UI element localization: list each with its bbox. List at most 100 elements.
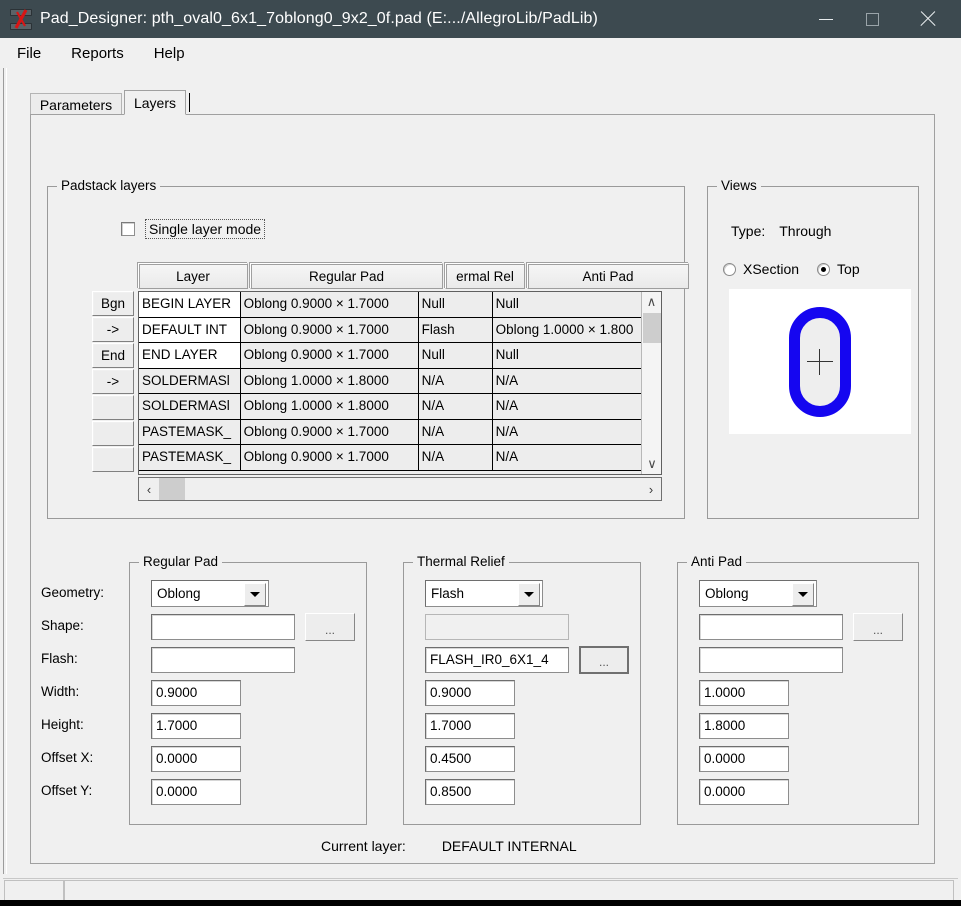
thermal-relief-geometry-select[interactable]: Flash (425, 580, 543, 607)
padstack-grid[interactable]: BEGIN LAYER Oblong 0.9000 × 1.7000 Null … (138, 291, 662, 475)
scroll-left-icon[interactable]: ‹ (139, 482, 159, 497)
anti-pad-geometry-select[interactable]: Oblong (699, 580, 817, 607)
anti-pad-flash-input[interactable] (699, 647, 843, 673)
table-row[interactable]: PASTEMASK_ Oblong 0.9000 × 1.7000 N/A N/… (139, 419, 642, 445)
cell-anti-pad[interactable]: N/A (492, 445, 642, 471)
radio-top[interactable] (817, 262, 831, 276)
cell-layer[interactable]: DEFAULT INT (139, 317, 241, 343)
cell-layer[interactable]: PASTEMASK_ (139, 445, 241, 471)
thermal-relief-width-input[interactable]: 0.9000 (425, 680, 515, 706)
chevron-down-icon[interactable] (792, 583, 814, 606)
column-header-regular-pad[interactable]: Regular Pad (250, 263, 443, 289)
cell-anti-pad[interactable]: N/A (492, 419, 642, 445)
cell-thermal-relief[interactable]: Null (418, 292, 493, 318)
label-flash: Flash: (41, 651, 78, 666)
tab-layers[interactable]: Layers (124, 90, 186, 115)
table-row[interactable]: SOLDERMASl Oblong 1.0000 × 1.8000 N/A N/… (139, 394, 642, 420)
row-button-blank-2[interactable] (92, 421, 134, 446)
row-button-next-2[interactable]: -> (92, 369, 134, 394)
cell-anti-pad[interactable]: Null (492, 343, 642, 369)
cell-thermal-relief[interactable]: N/A (418, 394, 493, 420)
cell-regular-pad[interactable]: Oblong 1.0000 × 1.8000 (240, 394, 419, 420)
regular-pad-width-input[interactable]: 0.9000 (151, 680, 241, 706)
row-button-blank-3[interactable] (92, 447, 134, 472)
view-type-label: Type: (731, 223, 766, 239)
cell-layer[interactable]: END LAYER (139, 343, 241, 369)
horizontal-scrollbar[interactable]: ‹ › (138, 477, 662, 501)
regular-pad-height-input[interactable]: 1.7000 (151, 713, 241, 739)
single-layer-mode-row[interactable]: Single layer mode (121, 219, 266, 239)
chevron-down-icon[interactable] (518, 583, 540, 606)
table-row[interactable]: BEGIN LAYER Oblong 0.9000 × 1.7000 Null … (139, 292, 642, 318)
view-type-value: Through (779, 223, 832, 239)
anti-pad-height-input[interactable]: 1.8000 (699, 713, 789, 739)
cell-thermal-relief[interactable]: Null (418, 343, 493, 369)
column-header-thermal-relief[interactable]: ermal Rel (445, 263, 525, 289)
anti-pad-width-input[interactable]: 1.0000 (699, 680, 789, 706)
thermal-relief-shape-input[interactable] (425, 614, 569, 640)
table-row[interactable]: PASTEMASK_ Oblong 0.9000 × 1.7000 N/A N/… (139, 445, 642, 471)
table-row[interactable]: END LAYER Oblong 0.9000 × 1.7000 Null Nu… (139, 343, 642, 369)
horizontal-scrollbar-thumb[interactable] (159, 478, 185, 500)
padstack-table: Layer Regular Pad ermal Rel Anti Pad Bgn… (92, 263, 689, 501)
radio-xsection[interactable] (723, 262, 736, 276)
cell-anti-pad[interactable]: N/A (492, 394, 642, 420)
row-button-blank-1[interactable] (92, 395, 134, 420)
thermal-relief-offset-x-input[interactable]: 0.4500 (425, 746, 515, 772)
maximize-button[interactable] (849, 0, 895, 38)
regular-pad-offset-x-input[interactable]: 0.0000 (151, 746, 241, 772)
cell-anti-pad[interactable]: Null (492, 292, 642, 318)
chevron-down-icon[interactable] (244, 583, 266, 606)
anti-pad-shape-input[interactable] (699, 614, 843, 640)
single-layer-mode-checkbox[interactable] (121, 222, 135, 236)
row-button-end[interactable]: End (92, 343, 134, 368)
thermal-relief-offset-y-input[interactable]: 0.8500 (425, 779, 515, 805)
cell-regular-pad[interactable]: Oblong 0.9000 × 1.7000 (240, 343, 419, 369)
cell-regular-pad[interactable]: Oblong 0.9000 × 1.7000 (240, 292, 419, 318)
vertical-scrollbar-thumb[interactable] (643, 313, 661, 343)
status-bar-divider (3, 878, 958, 879)
column-header-anti-pad[interactable]: Anti Pad (527, 263, 689, 289)
tab-parameters[interactable]: Parameters (30, 93, 122, 115)
anti-pad-shape-browse-button[interactable]: ... (853, 613, 903, 641)
cell-layer[interactable]: SOLDERMASl (139, 368, 241, 394)
cell-regular-pad[interactable]: Oblong 1.0000 × 1.8000 (240, 368, 419, 394)
views-group: Views Type: Through XSection Top (707, 179, 919, 519)
row-button-next-1[interactable]: -> (92, 317, 134, 342)
cell-regular-pad[interactable]: Oblong 0.9000 × 1.7000 (240, 317, 419, 343)
cell-regular-pad[interactable]: Oblong 0.9000 × 1.7000 (240, 419, 419, 445)
table-row[interactable]: SOLDERMASl Oblong 1.0000 × 1.8000 N/A N/… (139, 368, 642, 394)
regular-pad-shape-input[interactable] (151, 614, 295, 640)
thermal-relief-flash-input[interactable]: FLASH_IR0_6X1_4 (425, 647, 569, 673)
close-button[interactable] (895, 0, 961, 38)
cell-thermal-relief[interactable]: Flash (418, 317, 493, 343)
scroll-right-icon[interactable]: › (641, 482, 661, 497)
cell-layer[interactable]: PASTEMASK_ (139, 419, 241, 445)
cell-thermal-relief[interactable]: N/A (418, 368, 493, 394)
table-row[interactable]: DEFAULT INT Oblong 0.9000 × 1.7000 Flash… (139, 317, 642, 343)
column-header-layer[interactable]: Layer (138, 263, 248, 289)
thermal-relief-flash-browse-button[interactable]: ... (579, 646, 629, 674)
scroll-up-icon[interactable]: ∧ (642, 292, 661, 312)
cell-layer[interactable]: SOLDERMASl (139, 394, 241, 420)
minimize-button[interactable] (803, 0, 849, 38)
menu-reports[interactable]: Reports (68, 43, 127, 64)
scroll-down-button[interactable]: ∨ (642, 454, 661, 474)
thermal-relief-height-input[interactable]: 1.7000 (425, 713, 515, 739)
cell-layer[interactable]: BEGIN LAYER (139, 292, 241, 318)
regular-pad-shape-browse-button[interactable]: ... (305, 613, 355, 641)
anti-pad-offset-x-input[interactable]: 0.0000 (699, 746, 789, 772)
row-button-bgn[interactable]: Bgn (92, 291, 134, 316)
menu-file[interactable]: File (14, 43, 44, 64)
regular-pad-geometry-select[interactable]: Oblong (151, 580, 269, 607)
vertical-scrollbar[interactable]: ∧ ∨ (641, 292, 661, 474)
anti-pad-offset-y-input[interactable]: 0.0000 (699, 779, 789, 805)
regular-pad-offset-y-input[interactable]: 0.0000 (151, 779, 241, 805)
menu-help[interactable]: Help (151, 43, 188, 64)
cell-regular-pad[interactable]: Oblong 0.9000 × 1.7000 (240, 445, 419, 471)
cell-anti-pad[interactable]: Oblong 1.0000 × 1.800 (492, 317, 642, 343)
cell-thermal-relief[interactable]: N/A (418, 445, 493, 471)
cell-thermal-relief[interactable]: N/A (418, 419, 493, 445)
cell-anti-pad[interactable]: N/A (492, 368, 642, 394)
regular-pad-flash-input[interactable] (151, 647, 295, 673)
